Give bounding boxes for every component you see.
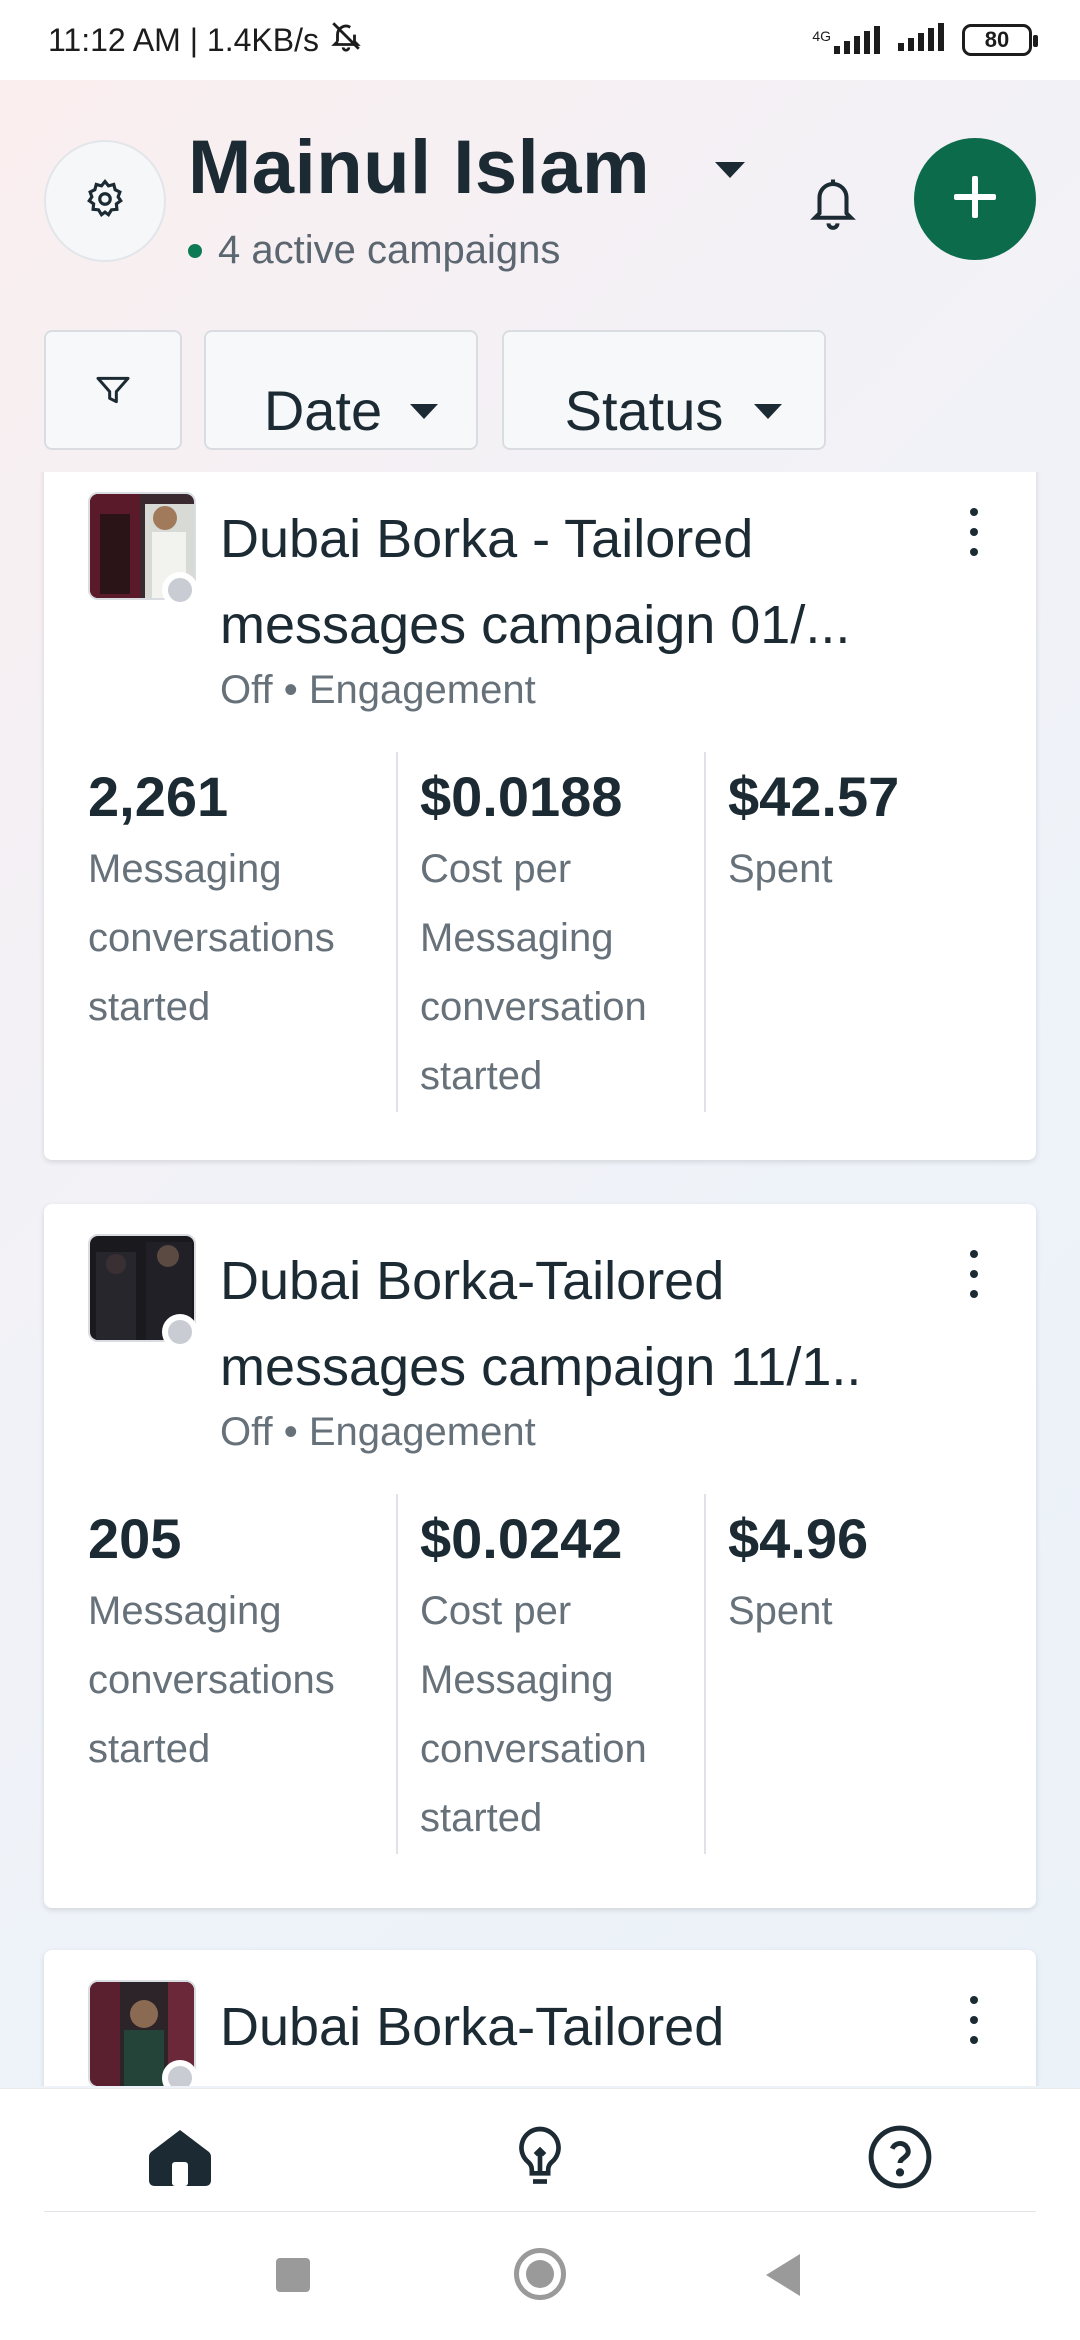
campaign-title[interactable]: Dubai Borka-Tailored messages campaign 1…: [220, 1238, 940, 1410]
signal-icon-2: [898, 22, 946, 59]
more-vertical-icon[interactable]: [954, 1990, 994, 2050]
metric-value: 205: [88, 1507, 182, 1570]
metric-label: Messaging conversations started: [88, 847, 335, 1029]
campaign-card[interactable]: Dubai Borka-Tailored: [44, 1950, 1036, 2086]
date-filter-label: Date: [263, 378, 383, 442]
signal-icon-1: 4G: [812, 26, 882, 54]
active-campaigns-status: 4 active campaigns: [188, 228, 560, 273]
campaign-card[interactable]: Dubai Borka-Tailored messages campaign 1…: [44, 1204, 1036, 1908]
metric-results: 205 Messaging conversations started: [88, 1494, 388, 1784]
metric-value: $42.57: [728, 765, 900, 828]
status-time: 11:12 AM | 1.4KB/s: [48, 21, 319, 58]
campaign-subtitle: Off • Engagement: [220, 668, 536, 712]
campaign-title[interactable]: Dubai Borka-Tailored: [220, 1984, 940, 2070]
caret-down-icon: [410, 368, 438, 433]
metric-value: $0.0242: [420, 1507, 623, 1570]
system-navigation-bar: [0, 2212, 1080, 2340]
plus-icon: [952, 174, 998, 225]
campaign-status-dot: [162, 572, 198, 608]
battery-level: 80: [984, 27, 1010, 52]
metric-value: $0.0188: [420, 765, 623, 828]
home-icon[interactable]: [140, 2117, 220, 2197]
campaign-metrics: 2,261 Messaging conversations started $0…: [44, 752, 1036, 1112]
active-campaigns-text: 4 active campaigns: [218, 228, 561, 272]
filter-button[interactable]: [44, 330, 182, 450]
caret-down-icon: [754, 368, 782, 433]
caret-down-icon[interactable]: [712, 156, 748, 186]
campaign-title[interactable]: Dubai Borka - Tailored messages campaign…: [220, 496, 940, 668]
more-vertical-icon[interactable]: [954, 502, 994, 562]
filter-icon: [93, 358, 133, 423]
metric-label: Spent: [728, 847, 833, 891]
metric-cost-per-result: $0.0188 Cost per Messaging conversation …: [396, 752, 696, 1112]
metric-label: Spent: [728, 1589, 833, 1633]
campaign-card[interactable]: Dubai Borka - Tailored messages campaign…: [44, 472, 1036, 1160]
recents-button[interactable]: [276, 2258, 310, 2292]
date-filter-dropdown[interactable]: Date: [204, 330, 478, 450]
battery-icon: 80: [962, 24, 1038, 56]
metric-value: $4.96: [728, 1507, 869, 1570]
status-right: 4G 80: [812, 22, 1038, 59]
bottom-navigation: [0, 2088, 1080, 2213]
more-vertical-icon[interactable]: [954, 1244, 994, 1304]
metric-results: 2,261 Messaging conversations started: [88, 752, 388, 1042]
status-bar: 11:12 AM | 1.4KB/s 4G 80: [0, 0, 1080, 80]
metric-value: 2,261: [88, 765, 229, 828]
campaign-metrics: 205 Messaging conversations started $0.0…: [44, 1494, 1036, 1854]
home-button[interactable]: [514, 2248, 566, 2300]
bell-icon[interactable]: [800, 166, 866, 238]
filter-bar: Date Status: [0, 330, 1080, 452]
metric-label: Messaging conversations started: [88, 1589, 335, 1771]
create-campaign-button[interactable]: [914, 138, 1036, 260]
status-left: 11:12 AM | 1.4KB/s: [48, 19, 363, 61]
metric-spent: $4.96 Spent: [704, 1494, 1004, 1854]
metric-label: Cost per Messaging conversation started: [420, 847, 647, 1098]
campaign-subtitle: Off • Engagement: [220, 1410, 536, 1454]
lightbulb-icon[interactable]: [500, 2117, 580, 2197]
campaign-status-dot: [162, 1314, 198, 1350]
status-filter-label: Status: [564, 378, 724, 442]
campaign-list[interactable]: Dubai Borka - Tailored messages campaign…: [0, 472, 1080, 2086]
metric-spent: $42.57 Spent: [704, 752, 1004, 1112]
account-header: Mainul Islam 4 active campaigns: [0, 80, 1080, 320]
active-status-dot: [188, 243, 202, 258]
network-type: 4G: [812, 28, 831, 44]
mute-bell-icon: [329, 19, 363, 61]
status-filter-dropdown[interactable]: Status: [502, 330, 826, 450]
help-icon[interactable]: [860, 2117, 940, 2197]
metric-cost-per-result: $0.0242 Cost per Messaging conversation …: [396, 1494, 696, 1854]
account-name[interactable]: Mainul Islam: [188, 124, 650, 211]
settings-button[interactable]: [44, 140, 166, 262]
metric-label: Cost per Messaging conversation started: [420, 1589, 647, 1840]
gear-icon: [84, 178, 126, 225]
back-button[interactable]: [766, 2254, 800, 2296]
